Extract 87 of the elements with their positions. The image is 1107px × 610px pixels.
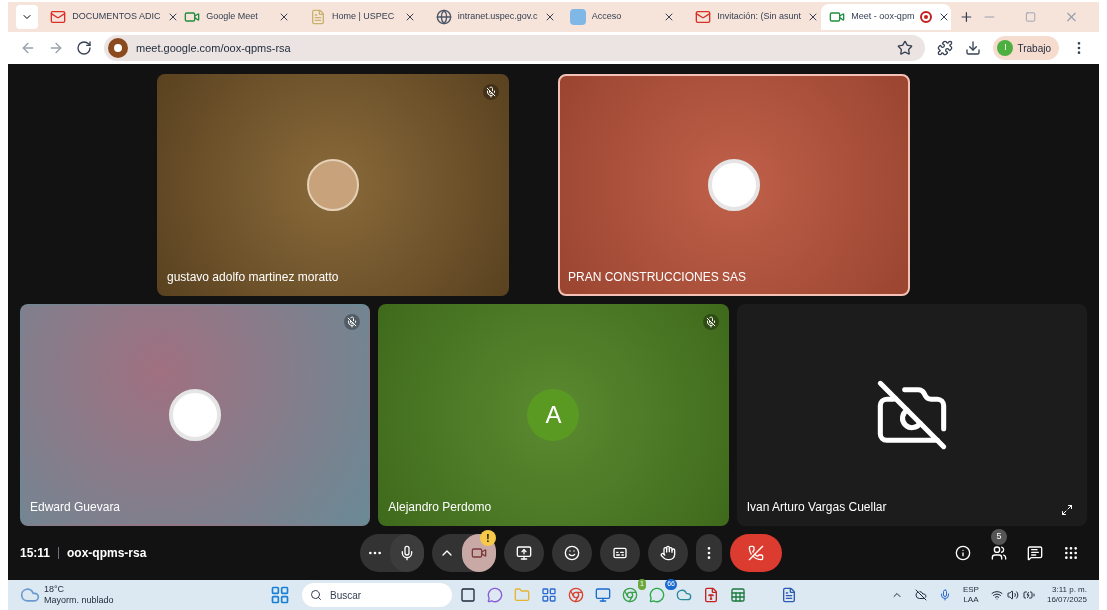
clock-time: 3:11 p. m. <box>1052 586 1087 594</box>
address-bar[interactable]: meet.google.com/oox-qpms-rsa <box>104 35 926 61</box>
volume-icon[interactable] <box>1006 589 1019 601</box>
browser-tab[interactable]: intranet.uspec.gov.c <box>427 4 558 30</box>
logo-picture <box>708 159 760 211</box>
browser-tab[interactable]: Acceso <box>561 4 684 30</box>
video-camera-icon <box>471 545 487 561</box>
tab-title: DOCUMENTOS ADIC <box>72 10 161 24</box>
bookmark-star-icon[interactable] <box>897 40 914 56</box>
participant-name: Edward Guevara <box>30 499 121 516</box>
participant-name: gustavo adolfo martinez moratto <box>167 269 339 286</box>
people-count-badge: 5 <box>991 529 1007 545</box>
tab-title: Google Meet <box>206 10 259 24</box>
wifi-icon[interactable] <box>990 589 1003 601</box>
reactions-button[interactable] <box>552 534 592 572</box>
cloud-off-icon[interactable] <box>914 589 927 601</box>
activities-icon[interactable] <box>1063 545 1079 561</box>
avatar-letter: A <box>527 389 580 441</box>
tab-title: Home | USPEC <box>331 10 396 24</box>
participant-name: PRAN CONSTRUCCIONES SAS <box>568 269 747 286</box>
clock-date: 16/07/2025 <box>1046 596 1087 604</box>
meeting-code: oox-qpms-rsa <box>67 545 147 562</box>
mic-icon[interactable] <box>938 589 951 601</box>
more-button[interactable] <box>696 534 722 572</box>
browser-icon[interactable] <box>622 587 638 603</box>
tab-title: Acceso <box>591 10 623 24</box>
mail-icon <box>50 9 67 25</box>
raise-hand-button[interactable] <box>648 534 688 572</box>
smiley-icon <box>564 545 580 561</box>
logo-picture <box>169 389 222 441</box>
cloud-icon[interactable] <box>676 587 692 603</box>
store-icon[interactable] <box>541 587 557 603</box>
participant-name: Alejandro Perdomo <box>388 499 492 516</box>
layout-text: LAA <box>963 596 979 604</box>
camera-button[interactable] <box>462 534 496 572</box>
monitor-arrow-icon <box>516 545 532 561</box>
page-icon <box>309 9 326 25</box>
browser-tab[interactable]: Google Meet <box>176 4 298 30</box>
browser-tab[interactable]: Invitación: (Sin asunt <box>687 4 818 30</box>
reload-icon[interactable] <box>76 40 92 56</box>
start-icon[interactable] <box>270 585 290 605</box>
browser-tab[interactable]: Meet - oox-qpm <box>821 4 952 30</box>
video-camera-icon <box>184 9 201 25</box>
battery-icon[interactable] <box>1022 589 1035 601</box>
captions-icon <box>612 545 628 561</box>
search-icon <box>310 589 322 601</box>
hand-icon <box>660 545 676 561</box>
spreadsheet-icon[interactable] <box>730 587 746 603</box>
temperature: 18°C <box>44 585 66 594</box>
profile-avatar: I <box>997 40 1014 56</box>
browser-tab[interactable]: DOCUMENTOS ADIC <box>42 4 173 30</box>
taskbar-search-field[interactable]: Buscar <box>302 583 452 607</box>
people-icon[interactable] <box>991 545 1007 561</box>
globe-icon <box>435 9 452 25</box>
present-screen-button[interactable] <box>504 534 544 572</box>
download-icon[interactable] <box>965 40 982 56</box>
phone-icon <box>748 545 764 561</box>
document-icon[interactable] <box>781 587 797 603</box>
expand-icon <box>1061 504 1073 516</box>
weather-text: Mayorm. nublado <box>44 596 115 605</box>
extensions-icon[interactable] <box>937 40 954 56</box>
info-icon[interactable] <box>955 545 971 561</box>
microphone-button[interactable] <box>390 534 424 572</box>
participant-name: Ivan Arturo Vargas Cuellar <box>746 499 887 516</box>
profile-button[interactable]: I Trabajo <box>993 36 1059 60</box>
avatar-picture <box>307 159 359 211</box>
site-icon <box>108 38 128 58</box>
tab-title: intranet.uspec.gov.c <box>457 10 538 24</box>
weather-icon <box>20 585 40 605</box>
leave-call-button[interactable] <box>730 534 782 572</box>
browser-icon[interactable] <box>568 587 584 603</box>
url-text: meet.google.com/oox-qpms-rsa <box>136 40 292 56</box>
tab-search-button[interactable] <box>16 5 39 29</box>
captions-button[interactable] <box>600 534 640 572</box>
remote-desktop-icon[interactable] <box>595 587 611 603</box>
task-view-icon[interactable] <box>460 587 476 603</box>
language-text: ESP <box>962 586 979 594</box>
pdf-icon[interactable] <box>703 587 719 603</box>
warning-badge: ! <box>480 530 496 546</box>
tab-title: Invitación: (Sin asunt <box>717 10 801 24</box>
meeting-time: 15:11 <box>20 545 51 562</box>
browser-tab[interactable]: Home | USPEC <box>301 4 424 30</box>
tab-title: Meet - oox-qpm <box>851 10 915 24</box>
chat-icon[interactable] <box>1027 545 1043 561</box>
microphone-icon <box>399 545 415 561</box>
mail-icon <box>695 9 712 25</box>
video-camera-icon <box>829 9 846 25</box>
